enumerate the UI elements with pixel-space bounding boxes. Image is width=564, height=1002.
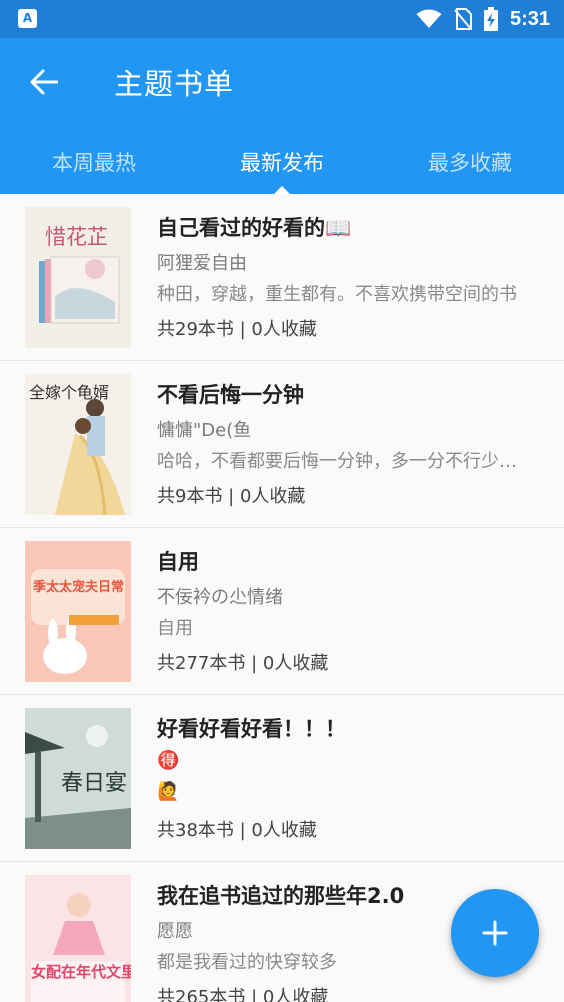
status-icons: 5:31: [416, 0, 550, 38]
booklist-author: 愿愿: [157, 921, 193, 942]
book-cover: 全嫁个龟婿: [25, 374, 131, 515]
booklist-author: 阿狸爱自由: [157, 253, 247, 274]
list-item[interactable]: 全嫁个龟婿 不看后悔一分钟 慵慵"De(鱼 哈哈，不看都要后悔一分钟，多一分不行…: [0, 361, 564, 528]
booklist-meta: 共29本书 | 0人收藏: [157, 319, 317, 340]
book-cover: 春日宴: [25, 708, 131, 849]
booklist-author: 慵慵"De(鱼: [157, 420, 252, 441]
booklist-title: 不看后悔一分钟: [157, 383, 304, 407]
booklist-description: 🙋: [157, 781, 180, 802]
no-sim-icon: [454, 8, 472, 30]
booklist-meta: 共277本书 | 0人收藏: [157, 653, 329, 674]
booklist-author: 不佞衿の尐情绪: [157, 587, 283, 608]
booklist-meta: 共265本书 | 0人收藏: [157, 987, 329, 1002]
book-cover: 女配在年代文里跳芭蕾: [25, 875, 131, 1002]
add-booklist-button[interactable]: [451, 889, 539, 977]
tab-label: 最多收藏: [428, 151, 512, 175]
cover-text: 惜花芷: [45, 225, 108, 249]
book-cover: 季太太宠夫日常: [25, 541, 131, 682]
tab-most-favorited[interactable]: 最多收藏: [376, 130, 564, 194]
plus-icon: [482, 920, 508, 946]
app-bar: 主题书单 本周最热 最新发布 最多收藏: [0, 38, 564, 194]
booklist-description: 种田，穿越，重生都有。不喜欢携带空间的书: [157, 284, 517, 305]
booklist-title: 我在追书追过的那些年2.0: [157, 884, 405, 908]
wifi-icon: [416, 9, 442, 28]
booklist-description: 自用: [157, 618, 193, 639]
tab-latest[interactable]: 最新发布: [188, 130, 376, 194]
booklist-title: 好看好看好看！！！: [157, 717, 346, 741]
arrow-back-icon: [30, 69, 58, 95]
battery-charging-icon: [483, 7, 498, 31]
notification-app-icon: A: [18, 9, 37, 28]
tab-bar: 本周最热 最新发布 最多收藏: [0, 130, 564, 194]
booklist-description: 哈哈，不看都要后悔一分钟，多一分不行少…: [157, 451, 517, 472]
cover-text: 季太太宠夫日常: [32, 579, 124, 595]
list-item[interactable]: 春日宴 好看好看好看！！！ 🉐 🙋 共38本书 | 0人收藏: [0, 695, 564, 862]
tab-label: 最新发布: [240, 151, 324, 175]
cover-text: 春日宴: [61, 771, 127, 796]
status-time: 5:31: [509, 7, 550, 30]
cover-text: 女配在年代文里跳芭蕾: [31, 963, 131, 981]
booklist-meta: 共38本书 | 0人收藏: [157, 820, 317, 841]
booklist-list[interactable]: 惜花芷 自己看过的好看的📖 阿狸爱自由 种田，穿越，重生都有。不喜欢携带空间的书…: [0, 194, 564, 1002]
book-cover: 惜花芷: [25, 207, 131, 348]
booklist-author: 🉐: [157, 750, 180, 771]
booklist-title: 自己看过的好看的📖: [157, 216, 352, 240]
back-button[interactable]: [24, 62, 64, 102]
cover-text: 全嫁个龟婿: [29, 383, 109, 402]
booklist-meta: 共9本书 | 0人收藏: [157, 486, 306, 507]
page-title: 主题书单: [114, 67, 235, 101]
tab-label: 本周最热: [52, 151, 136, 175]
list-item[interactable]: 季太太宠夫日常 自用 不佞衿の尐情绪 自用 共277本书 | 0人收藏: [0, 528, 564, 695]
list-item[interactable]: 惜花芷 自己看过的好看的📖 阿狸爱自由 种田，穿越，重生都有。不喜欢携带空间的书…: [0, 194, 564, 361]
status-bar: A 5:31: [0, 0, 564, 38]
tab-indicator: [274, 186, 290, 194]
booklist-title: 自用: [157, 550, 199, 574]
tab-weekly-hot[interactable]: 本周最热: [0, 130, 188, 194]
